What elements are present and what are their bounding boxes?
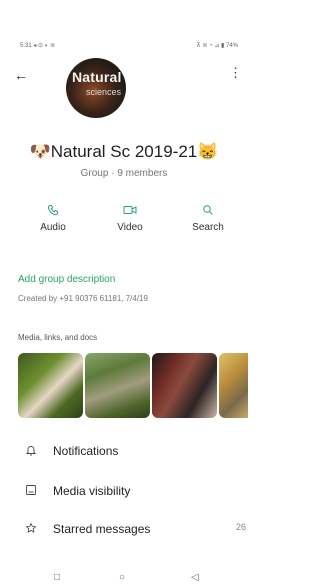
home-button[interactable]: ○ bbox=[119, 572, 125, 583]
starred-messages-label: Starred messages bbox=[53, 522, 151, 536]
starred-messages-count: 26 bbox=[235, 522, 246, 532]
system-nav-bar: □ ○ ◁ bbox=[0, 569, 248, 587]
bell-icon bbox=[24, 443, 38, 457]
audio-call-button[interactable]: Audio bbox=[23, 202, 83, 233]
search-icon bbox=[178, 202, 238, 218]
avatar-text-line2: sciences bbox=[86, 87, 122, 97]
media-visibility-row[interactable]: Media visibility bbox=[0, 479, 248, 503]
star-icon bbox=[24, 521, 38, 535]
media-links-docs-link[interactable]: Media, links, and docs bbox=[18, 333, 97, 342]
audio-label: Audio bbox=[40, 222, 66, 233]
system-back-button[interactable]: ◁ bbox=[191, 572, 199, 583]
group-avatar[interactable]: Natural sciences bbox=[66, 58, 126, 118]
back-arrow-icon[interactable]: ← bbox=[14, 67, 28, 83]
media-thumbnail-2[interactable] bbox=[85, 353, 150, 418]
created-by-text: Created by +91 90376 61181, 7/4/19 bbox=[18, 294, 148, 303]
avatar-text-line1: Natural bbox=[72, 69, 122, 85]
add-group-description-link[interactable]: Add group description bbox=[18, 274, 115, 285]
notifications-row[interactable]: Notifications bbox=[0, 439, 248, 463]
status-bar-right: ⊼ ≋ ◔ ⊿ ▮ 74% bbox=[196, 43, 238, 49]
media-visibility-label: Media visibility bbox=[53, 484, 131, 498]
media-thumbnail-4[interactable] bbox=[219, 353, 248, 418]
phone-icon bbox=[23, 202, 83, 218]
more-options-icon[interactable]: ⋮ bbox=[229, 66, 242, 80]
media-thumbnail-3[interactable] bbox=[152, 353, 217, 418]
status-bar-left: 5:31 ◂ ⊙ ◐ ≋ bbox=[20, 43, 56, 49]
video-label: Video bbox=[117, 222, 143, 233]
video-icon bbox=[100, 202, 160, 218]
group-name[interactable]: 🐶Natural Sc 2019-21😸 bbox=[0, 142, 248, 162]
recent-apps-button[interactable]: □ bbox=[54, 572, 60, 583]
notifications-label: Notifications bbox=[53, 444, 119, 458]
group-subtitle: Group · 9 members bbox=[80, 168, 168, 179]
media-thumbnail-1[interactable] bbox=[18, 353, 83, 418]
video-call-button[interactable]: Video bbox=[100, 202, 160, 233]
status-bar: 5:31 ◂ ⊙ ◐ ≋ ⊼ ≋ ◔ ⊿ ▮ 74% bbox=[0, 0, 248, 49]
image-icon bbox=[24, 483, 38, 497]
search-label: Search bbox=[192, 222, 224, 233]
starred-messages-row[interactable]: Starred messages 26 bbox=[0, 517, 248, 541]
search-button[interactable]: Search bbox=[178, 202, 238, 233]
